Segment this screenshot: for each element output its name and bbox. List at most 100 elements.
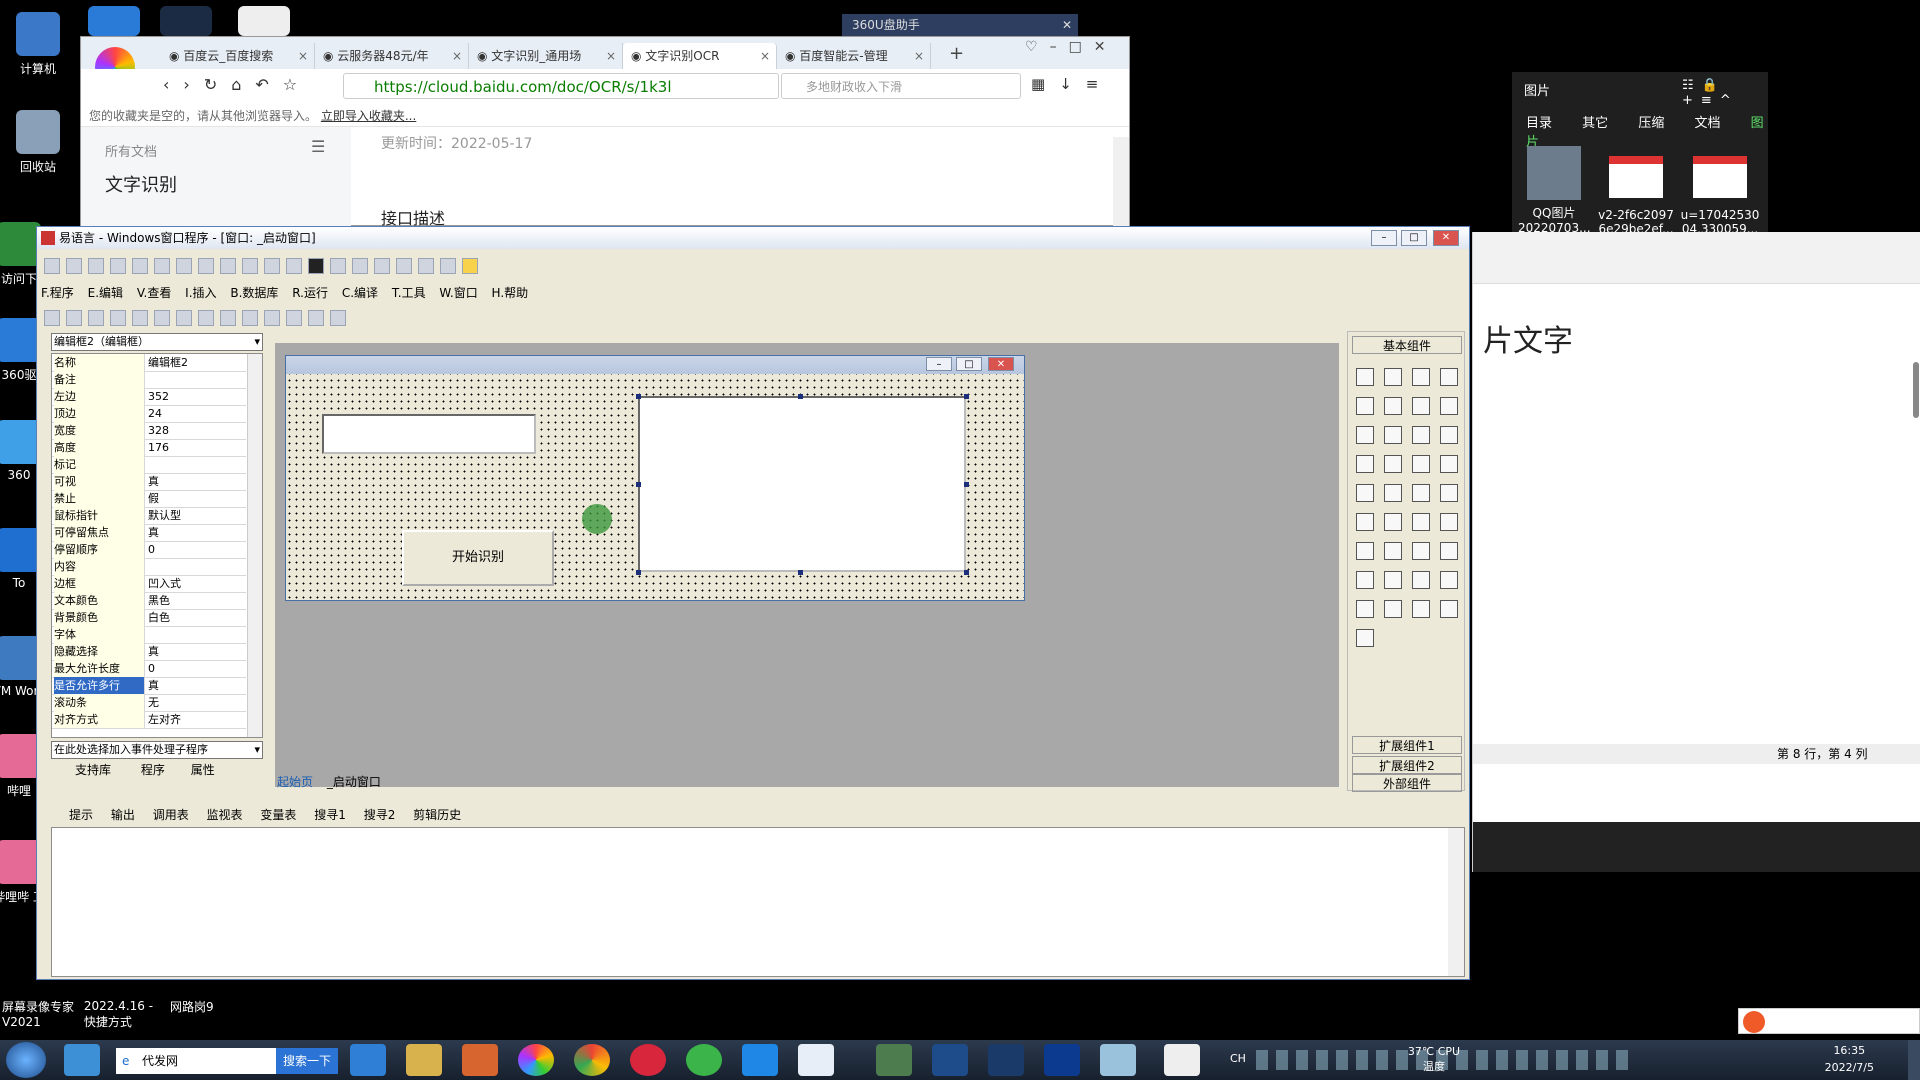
sidebar-title[interactable]: 文字识别 xyxy=(105,171,177,197)
step-icon[interactable] xyxy=(418,258,434,274)
component-tool-icon[interactable] xyxy=(1354,540,1376,562)
maximize-button[interactable]: □ xyxy=(956,357,982,371)
align-icon[interactable] xyxy=(154,310,170,326)
align-icon[interactable] xyxy=(66,310,82,326)
tab-startup-window[interactable]: _启动窗口 xyxy=(327,775,381,789)
download-icon[interactable]: ↓ xyxy=(1059,75,1086,93)
property-row[interactable]: 宽度 328 xyxy=(52,422,246,440)
menu-window[interactable]: W.窗口 xyxy=(439,286,477,300)
messaging-icon[interactable] xyxy=(742,1044,778,1076)
component-tool-icon[interactable] xyxy=(1438,569,1460,591)
component-tool-icon[interactable] xyxy=(1410,366,1432,388)
property-row[interactable]: 名称 编辑框2 xyxy=(52,354,246,372)
component-tool-icon[interactable] xyxy=(1354,511,1376,533)
property-value[interactable]: 328 xyxy=(148,422,246,439)
align-icon[interactable] xyxy=(176,310,192,326)
align-icon[interactable] xyxy=(308,310,324,326)
layout-icon[interactable] xyxy=(264,258,280,274)
property-value[interactable]: 黑色 xyxy=(148,592,246,609)
property-row[interactable]: 停留顺序 0 xyxy=(52,541,246,559)
component-tool-icon[interactable] xyxy=(1382,453,1404,475)
menu-database[interactable]: B.数据库 xyxy=(230,286,278,300)
menu-program[interactable]: F.程序 xyxy=(41,286,74,300)
tab-directory[interactable]: 目录 xyxy=(1526,116,1552,131)
shirt-icon[interactable]: ♡ xyxy=(1025,39,1050,55)
component-tool-icon[interactable] xyxy=(1438,395,1460,417)
recorder-icon[interactable] xyxy=(1044,1044,1080,1076)
step-icon[interactable] xyxy=(352,258,368,274)
easy-language-icon[interactable] xyxy=(1164,1044,1200,1076)
ime-indicator[interactable]: CH xyxy=(1230,1052,1246,1065)
pointer-tool-icon[interactable] xyxy=(1354,366,1376,388)
tab-library[interactable]: 支持库 xyxy=(75,763,111,777)
help-icon[interactable] xyxy=(462,258,478,274)
property-value[interactable]: 真 xyxy=(148,473,246,490)
close-icon[interactable]: × xyxy=(452,43,462,69)
copy-icon[interactable] xyxy=(132,258,148,274)
component-tool-icon[interactable] xyxy=(1438,482,1460,504)
home-icon[interactable]: ⌂ xyxy=(231,75,255,94)
redo-icon[interactable] xyxy=(176,258,192,274)
component-tool-icon[interactable] xyxy=(1438,598,1460,620)
component-tool-icon[interactable] xyxy=(1354,598,1376,620)
align-icon[interactable] xyxy=(198,310,214,326)
new-file-icon[interactable] xyxy=(44,258,60,274)
close-icon[interactable]: × xyxy=(914,43,924,69)
property-row[interactable]: 鼠标指针 默认型 xyxy=(52,507,246,525)
lock-icon[interactable]: 🔒 xyxy=(1702,78,1726,93)
tab-variables[interactable]: 变量表 xyxy=(260,808,296,822)
resize-handle[interactable] xyxy=(798,570,803,575)
toolbox-group[interactable]: 扩展组件1 xyxy=(1352,736,1462,754)
list-icon[interactable]: ☷ xyxy=(1682,78,1702,93)
tab-baidu-cloud[interactable]: ◉ 百度智能云-管理 × xyxy=(777,43,931,69)
property-row[interactable]: 最大允许长度 0 xyxy=(52,660,246,678)
property-value[interactable]: 左对齐 xyxy=(148,711,246,728)
desktop-icon-recycle[interactable]: 回收站 xyxy=(3,110,73,175)
notepad-icon[interactable] xyxy=(1100,1044,1136,1076)
app-icon[interactable] xyxy=(238,6,290,36)
hand-icon[interactable] xyxy=(440,258,456,274)
helper-window[interactable]: 360U盘助手 ✕ xyxy=(842,14,1078,36)
tab-properties[interactable]: 属性 xyxy=(191,763,215,777)
layout-icon[interactable] xyxy=(242,258,258,274)
page-scrollbar[interactable] xyxy=(1113,137,1129,227)
property-row[interactable]: 标记 xyxy=(52,456,246,474)
tab-ocr-general[interactable]: ◉ 文字识别_通用场 × xyxy=(469,43,623,69)
step-icon[interactable] xyxy=(374,258,390,274)
import-bookmarks-link[interactable]: 立即导入收藏夹... xyxy=(321,109,416,123)
property-row[interactable]: 隐藏选择真 xyxy=(52,643,246,661)
property-value[interactable]: 凹入式 xyxy=(148,575,246,592)
component-tool-icon[interactable] xyxy=(1410,511,1432,533)
property-row[interactable]: 可视真 xyxy=(52,473,246,491)
align-icon[interactable] xyxy=(44,310,60,326)
resize-handle[interactable] xyxy=(964,482,969,487)
taskbar-search-button[interactable]: 搜索一下 xyxy=(276,1048,338,1074)
component-tool-icon[interactable] xyxy=(1382,598,1404,620)
tab-search-1[interactable]: 搜寻1 xyxy=(314,808,346,822)
close-icon[interactable]: ✕ xyxy=(1062,14,1072,36)
menu-tools[interactable]: T.工具 xyxy=(392,286,426,300)
property-value[interactable]: 24 xyxy=(148,405,246,422)
component-tool-icon[interactable] xyxy=(1382,395,1404,417)
align-icon[interactable] xyxy=(110,310,126,326)
file-item[interactable]: u=17042530 04,330059... xyxy=(1680,146,1760,236)
component-tool-icon[interactable] xyxy=(1354,627,1376,649)
file-item[interactable]: v2-2f6c2097 6e29be2ef... xyxy=(1596,146,1676,236)
close-button[interactable]: ✕ xyxy=(988,357,1014,371)
desktop-label[interactable]: 屏幕录像专家 V2021 xyxy=(2,998,80,1029)
tab-search-2[interactable]: 搜寻2 xyxy=(364,808,396,822)
property-value[interactable]: 假 xyxy=(148,490,246,507)
resize-handle[interactable] xyxy=(636,482,641,487)
property-row[interactable]: 文本颜色 黑色 xyxy=(52,592,246,610)
run-icon[interactable] xyxy=(308,258,324,274)
close-icon[interactable]: ✕ xyxy=(1094,39,1118,55)
property-value[interactable]: 0 xyxy=(148,660,246,677)
tab-ocr[interactable]: ◉ 文字识别OCR × xyxy=(623,43,777,69)
star-icon[interactable]: ☆ xyxy=(283,75,311,94)
collapse-icon[interactable]: ^ xyxy=(1720,93,1739,108)
save-icon[interactable] xyxy=(88,258,104,274)
property-row[interactable]: 边框 凹入式 xyxy=(52,575,246,593)
menu-insert[interactable]: I.插入 xyxy=(185,286,216,300)
output-pane[interactable] xyxy=(51,827,1465,977)
app-icon[interactable] xyxy=(64,1044,100,1076)
